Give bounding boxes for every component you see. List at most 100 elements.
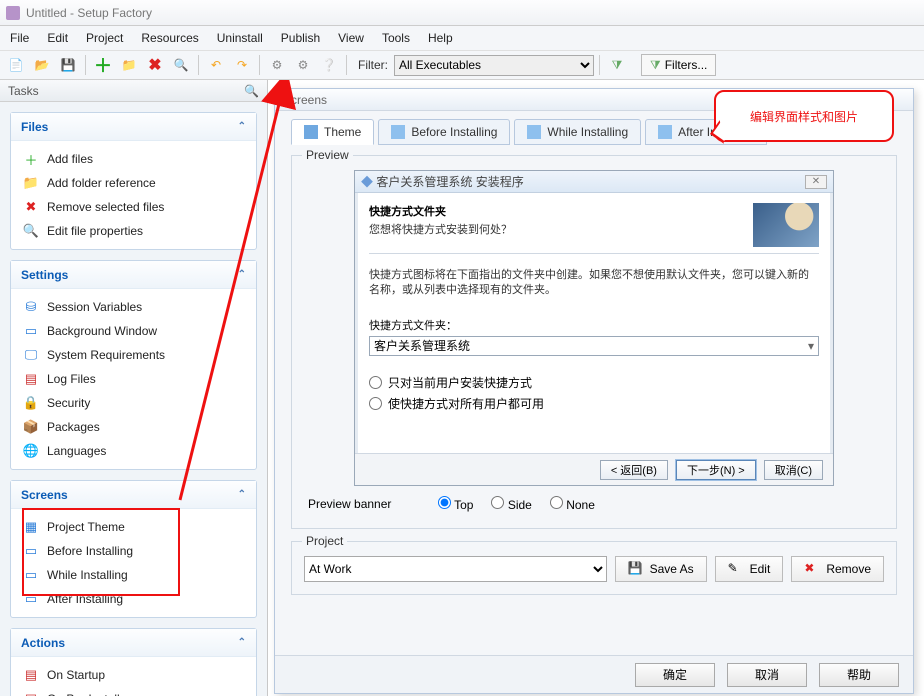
menu-publish[interactable]: Publish	[281, 31, 320, 45]
tab-theme[interactable]: Theme	[291, 119, 374, 145]
preview-combo-label: 快捷方式文件夹：	[369, 317, 819, 333]
task-languages[interactable]: 🌐Languages	[15, 439, 252, 463]
task-after-installing[interactable]: ▭After Installing	[15, 587, 252, 611]
window-title: Untitled - Setup Factory	[26, 6, 152, 20]
gear-icon[interactable]: ⚙	[265, 53, 289, 77]
menu-edit[interactable]: Edit	[47, 31, 68, 45]
folder-plus-icon: 📁	[23, 175, 39, 191]
panel-settings-header[interactable]: Settings⌃	[11, 261, 256, 289]
monitor-icon: 🖵	[23, 347, 39, 363]
preview-combo[interactable]: 客户关系管理系统▾	[369, 336, 819, 356]
edit-button[interactable]: ✎Edit	[715, 556, 784, 582]
close-icon[interactable]: ✕	[805, 175, 827, 189]
theme-icon	[304, 125, 318, 139]
task-edit-file-props[interactable]: 🔍Edit file properties	[15, 219, 252, 243]
screen-icon: ▭	[23, 567, 39, 583]
panel-actions-header[interactable]: Actions⌃	[11, 629, 256, 657]
task-remove-selected[interactable]: ✖Remove selected files	[15, 195, 252, 219]
menubar: File Edit Project Resources Uninstall Pu…	[0, 26, 924, 50]
panel-screens-header[interactable]: Screens⌃	[11, 481, 256, 509]
new-project-icon[interactable]: 📄	[4, 53, 28, 77]
app-icon	[6, 6, 20, 20]
panel-files-header[interactable]: Files⌃	[11, 113, 256, 141]
remove-button[interactable]: ✖Remove	[791, 556, 884, 582]
save-as-button[interactable]: 💾Save As	[615, 556, 707, 582]
screen-icon	[658, 125, 672, 139]
ok-button[interactable]: 确定	[635, 663, 715, 687]
chevron-up-icon: ⌃	[238, 269, 246, 280]
tasks-pane: Tasks 🔍 Files⌃ ＋Add files 📁Add folder re…	[0, 80, 268, 696]
task-while-installing[interactable]: ▭While Installing	[15, 563, 252, 587]
panel-screens: Screens⌃ ▦Project Theme ▭Before Installi…	[10, 480, 257, 618]
task-on-pre-install[interactable]: ▤On Pre Install	[15, 687, 252, 696]
funnel-small-icon: ⧩	[650, 58, 661, 73]
menu-uninstall[interactable]: Uninstall	[217, 31, 263, 45]
save-icon: 💾	[628, 561, 644, 577]
filter-label: Filter:	[358, 58, 388, 72]
log-icon: ▤	[23, 371, 39, 387]
screen-icon	[527, 125, 541, 139]
task-packages[interactable]: 📦Packages	[15, 415, 252, 439]
add-folder-icon[interactable]: 📁	[117, 53, 141, 77]
task-on-startup[interactable]: ▤On Startup	[15, 663, 252, 687]
preview-window: ◆ 客户关系管理系统 安装程序 ✕ 快捷方式文件夹 您想将快捷方式安装到何处？	[354, 170, 834, 486]
preview-back-button[interactable]: < 返回(B)	[600, 460, 668, 480]
task-add-files[interactable]: ＋Add files	[15, 147, 252, 171]
help-icon[interactable]: ❔	[317, 53, 341, 77]
preview-cancel-button[interactable]: 取消(C)	[764, 460, 823, 480]
banner-opt-top[interactable]: Top	[438, 496, 473, 512]
magnifier-icon: 🔍	[23, 223, 39, 239]
magnifier-icon[interactable]: 🔍	[244, 84, 259, 98]
banner-opt-side[interactable]: Side	[491, 496, 531, 512]
task-system-req[interactable]: 🖵System Requirements	[15, 343, 252, 367]
task-session-vars[interactable]: ⛁Session Variables	[15, 295, 252, 319]
help-button[interactable]: 帮助	[819, 663, 899, 687]
cancel-button[interactable]: 取消	[727, 663, 807, 687]
delete-icon[interactable]: ✖	[143, 53, 167, 77]
task-security[interactable]: 🔒Security	[15, 391, 252, 415]
tab-before[interactable]: Before Installing	[378, 119, 510, 145]
task-log-files[interactable]: ▤Log Files	[15, 367, 252, 391]
task-before-installing[interactable]: ▭Before Installing	[15, 539, 252, 563]
undo-icon[interactable]: ↶	[204, 53, 228, 77]
panel-settings: Settings⌃ ⛁Session Variables ▭Background…	[10, 260, 257, 470]
preview-heading: 快捷方式文件夹	[369, 203, 512, 219]
filters-button[interactable]: ⧩ Filters...	[641, 54, 716, 76]
preview-group: Preview ◆ 客户关系管理系统 安装程序 ✕ 快捷方式文件夹 您想将快捷方…	[291, 155, 897, 529]
menu-project[interactable]: Project	[86, 31, 123, 45]
package-icon: 📦	[23, 419, 39, 435]
project-select[interactable]: At Work	[304, 556, 607, 582]
open-folder-icon[interactable]: 📂	[30, 53, 54, 77]
save-icon[interactable]: 💾	[56, 53, 80, 77]
menu-help[interactable]: Help	[428, 31, 453, 45]
pencil-icon: ✎	[728, 561, 744, 577]
preview-subheading: 您想将快捷方式安装到何处？	[369, 221, 512, 237]
redo-icon[interactable]: ↷	[230, 53, 254, 77]
menu-file[interactable]: File	[10, 31, 29, 45]
preview-radio-allusers[interactable]: 使快捷方式对所有用户都可用	[369, 395, 819, 412]
toolbar: 📄 📂 💾 ＋ 📁 ✖ 🔍 ↶ ↷ ⚙ ⚙ ❔ Filter: All Exec…	[0, 50, 924, 80]
menu-resources[interactable]: Resources	[141, 31, 198, 45]
funnel-icon[interactable]: ⧩	[605, 53, 629, 77]
filter-select[interactable]: All Executables	[394, 55, 594, 76]
tab-while[interactable]: While Installing	[514, 119, 641, 145]
task-background-window[interactable]: ▭Background Window	[15, 319, 252, 343]
task-add-folder-ref[interactable]: 📁Add folder reference	[15, 171, 252, 195]
panel-actions: Actions⌃ ▤On Startup ▤On Pre Install	[10, 628, 257, 696]
menu-view[interactable]: View	[338, 31, 364, 45]
banner-image	[753, 203, 819, 247]
script-icon: ▤	[23, 667, 39, 683]
preview-next-button[interactable]: 下一步(N) >	[676, 460, 756, 480]
project-group-label: Project	[302, 534, 347, 548]
add-icon[interactable]: ＋	[91, 53, 115, 77]
preview-radio-currentuser[interactable]: 只对当前用户安装快捷方式	[369, 374, 819, 391]
gears-icon[interactable]: ⚙	[291, 53, 315, 77]
chevron-up-icon: ⌃	[238, 637, 246, 648]
search-icon[interactable]: 🔍	[169, 53, 193, 77]
preview-banner-label: Preview banner	[308, 497, 418, 511]
banner-opt-none[interactable]: None	[550, 496, 595, 512]
globe-icon: 🌐	[23, 443, 39, 459]
menu-tools[interactable]: Tools	[382, 31, 410, 45]
database-icon: ⛁	[23, 299, 39, 315]
task-project-theme[interactable]: ▦Project Theme	[15, 515, 252, 539]
